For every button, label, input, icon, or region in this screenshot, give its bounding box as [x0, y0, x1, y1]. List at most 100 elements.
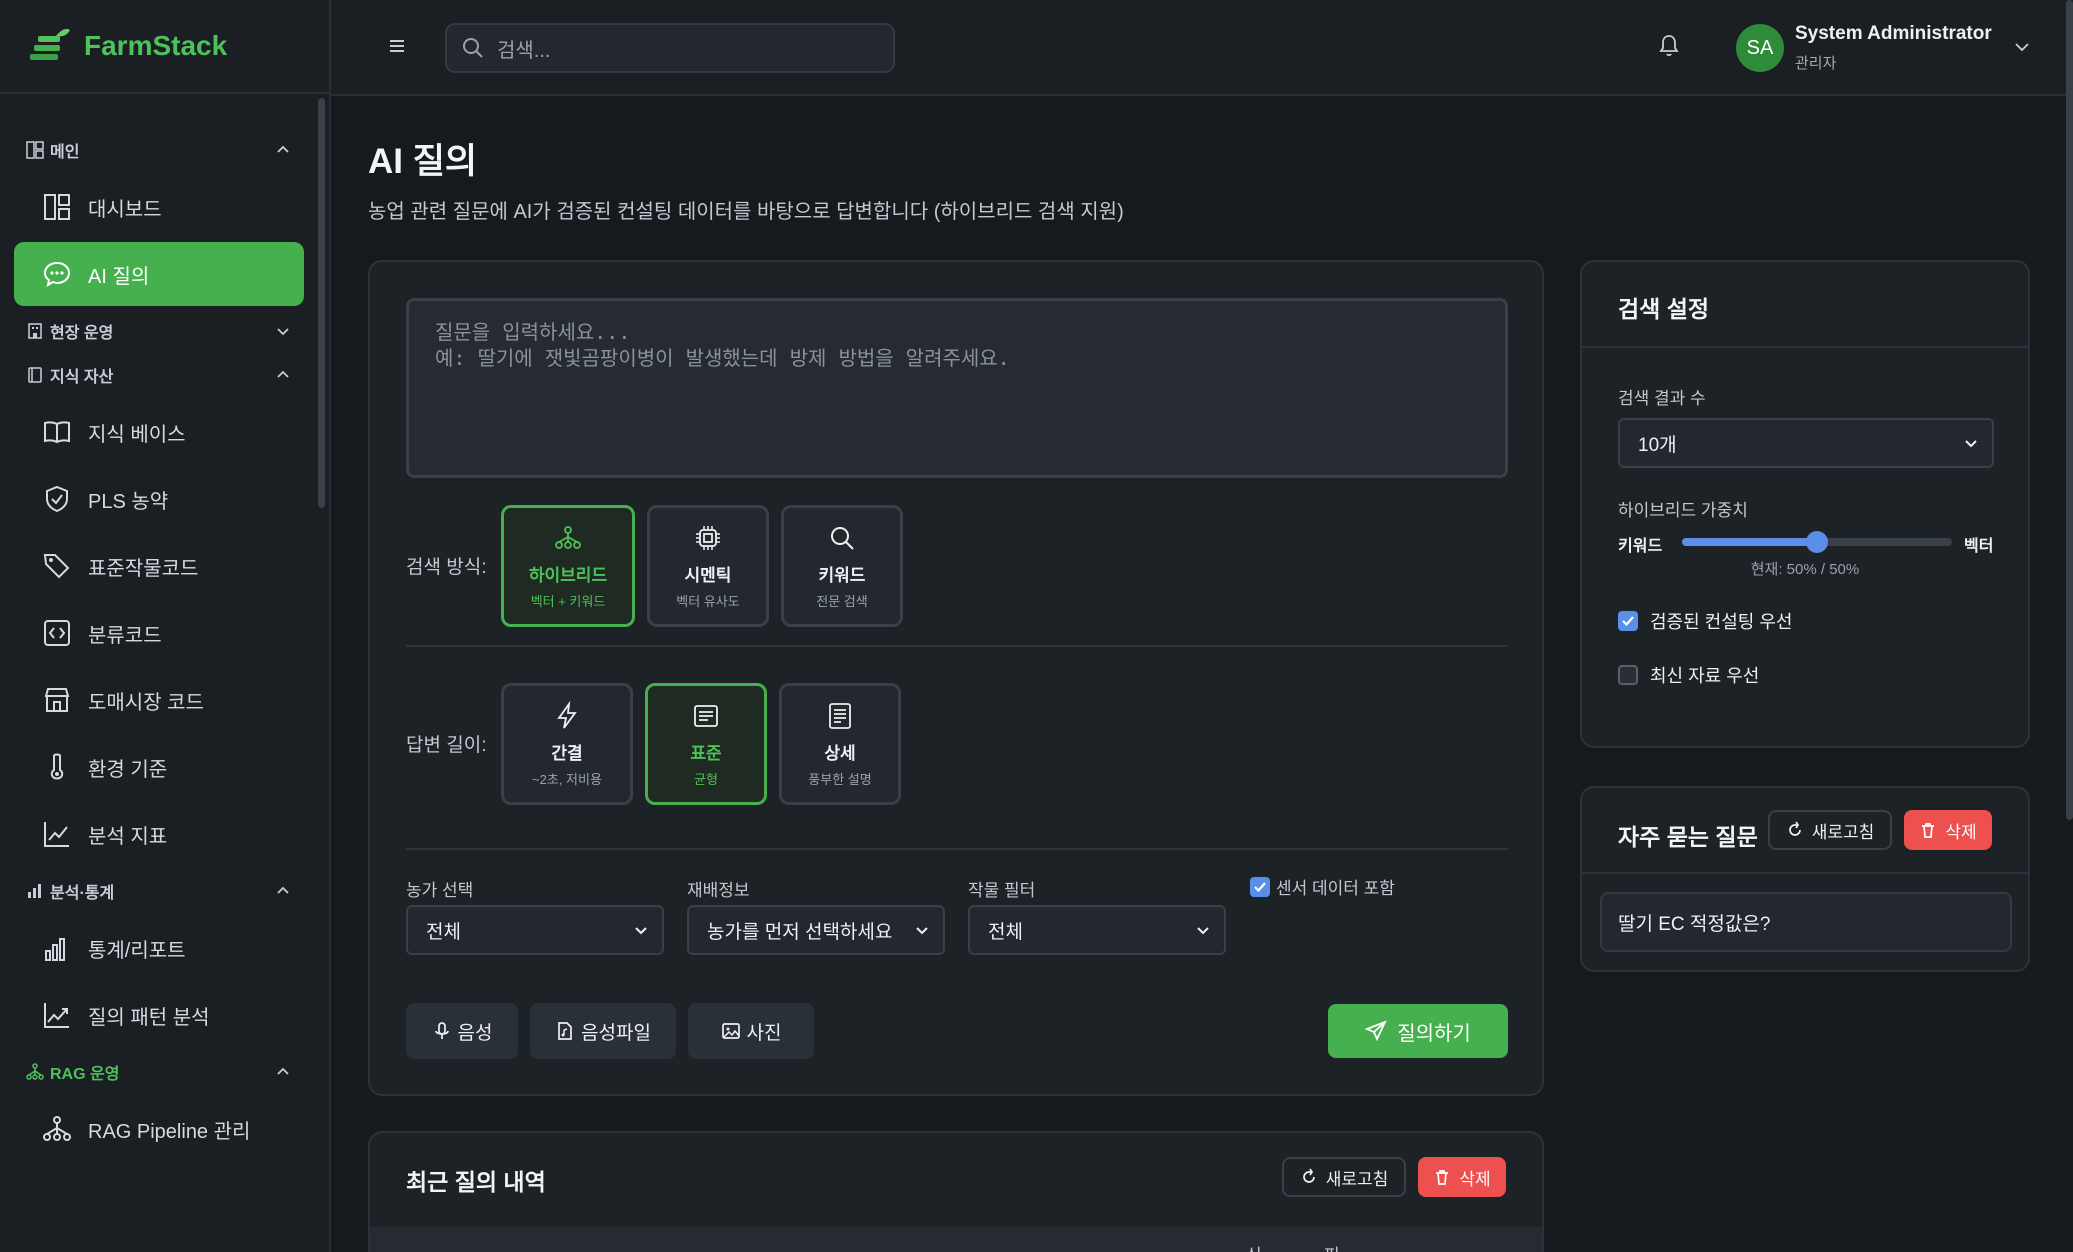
chevron-down-icon — [635, 927, 647, 935]
sidebar-item-stats-report[interactable]: 통계/리포트 — [14, 916, 304, 980]
sidebar-item-rag-pipeline[interactable]: RAG Pipeline 관리 — [14, 1097, 304, 1161]
chevron-down-icon[interactable] — [2011, 36, 2033, 58]
sidebar-item-query-pattern[interactable]: 질의 패턴 분석 — [14, 983, 304, 1047]
submit-query-button[interactable]: 질의하기 — [1328, 1004, 1508, 1058]
sidebar-section-knowledge[interactable]: 지식 자산 — [0, 353, 318, 397]
refresh-icon — [1788, 821, 1801, 836]
search-input[interactable]: 검색... — [445, 23, 895, 73]
checkbox-checked[interactable] — [1618, 611, 1638, 631]
farm-select-label: 농가 선택 — [406, 881, 474, 900]
result-count-value: 10개 — [1638, 434, 1677, 456]
faq-delete-button[interactable]: 삭제 — [1904, 810, 1992, 850]
checkbox-checked[interactable] — [1250, 876, 1270, 897]
sidebar-item-label: 도매시장 코드 — [88, 691, 204, 714]
submit-query-label: 질의하기 — [1397, 1022, 1471, 1045]
sidebar-item-label: RAG Pipeline 관리 — [88, 1120, 251, 1143]
faq-item[interactable]: 딸기 EC 적정값은? — [1600, 892, 2012, 952]
search-placeholder: 검색... — [497, 39, 551, 62]
page-scrollbar[interactable] — [2066, 0, 2073, 820]
faq-refresh-button[interactable]: 새로고침 — [1768, 810, 1892, 850]
sensor-data-checkbox[interactable]: 센서 데이터 포함 — [1250, 874, 1395, 899]
recent-table-header: 신 피 — [370, 1227, 1542, 1252]
recent-refresh-button[interactable]: 새로고침 — [1282, 1157, 1406, 1197]
voice-button[interactable]: 음성 — [406, 1003, 518, 1059]
sidebar-item-crop-code[interactable]: 표준작물코드 — [14, 534, 304, 598]
faq-refresh-label: 새로고침 — [1811, 822, 1875, 842]
recent-delete-button[interactable]: 삭제 — [1418, 1157, 1506, 1197]
microphone-icon — [434, 1022, 449, 1039]
sidebar-item-env-standard[interactable]: 환경 기준 — [14, 735, 304, 799]
length-standard[interactable]: 표준 균형 — [645, 683, 767, 805]
chevron-up-icon — [277, 886, 289, 894]
sidebar-section-analytics[interactable]: 분석·통계 — [0, 869, 318, 913]
book-open-icon — [44, 421, 70, 444]
query-card: 질문을 입력하세요... 예: 딸기에 잿빛곰팡이병이 발생했는데 방제 방법을… — [368, 260, 1544, 1096]
sidebar-section-rag[interactable]: RAG 운영 — [0, 1050, 318, 1094]
voice-file-button[interactable]: 음성파일 — [530, 1003, 676, 1059]
option-title: 표준 — [690, 743, 722, 763]
image-icon — [721, 1023, 740, 1039]
code-icon — [44, 620, 70, 646]
length-detailed[interactable]: 상세 풍부한 설명 — [779, 683, 901, 805]
sidebar-scrollbar[interactable] — [318, 98, 325, 508]
weight-left-label: 키워드 — [1618, 538, 1663, 555]
search-mode-semantic[interactable]: 시멘틱 벡터 유사도 — [647, 505, 769, 627]
audio-file-icon — [558, 1022, 572, 1040]
chevron-down-icon — [916, 927, 928, 935]
hybrid-weight-slider[interactable] — [1682, 531, 1952, 553]
length-brief[interactable]: 간결 ~2초, 저비용 — [501, 683, 633, 805]
slider-thumb[interactable] — [1806, 531, 1828, 553]
hierarchy-icon — [555, 525, 581, 549]
menu-icon[interactable] — [385, 34, 409, 58]
recent-refresh-label: 새로고침 — [1325, 1169, 1389, 1189]
refresh-icon — [1302, 1168, 1315, 1183]
recent-priority-checkbox[interactable]: 최신 자료 우선 — [1618, 662, 1759, 688]
network-icon — [26, 1063, 44, 1080]
farm-select[interactable]: 전체 — [406, 905, 664, 955]
sidebar-section-main[interactable]: 메인 — [0, 128, 318, 172]
avatar[interactable]: SA — [1736, 24, 1784, 72]
search-mode-keyword[interactable]: 키워드 전문 검색 — [781, 505, 903, 627]
result-count-select[interactable]: 10개 — [1618, 418, 1994, 468]
sidebar-item-label: 대시보드 — [88, 198, 162, 221]
logo[interactable]: FarmStack — [0, 0, 329, 94]
sidebar-item-knowledge-base[interactable]: 지식 베이스 — [14, 400, 304, 464]
photo-button-label: 사진 — [746, 1022, 782, 1044]
sidebar-item-pls-pesticide[interactable]: PLS 농약 — [14, 467, 304, 531]
sensor-data-label: 센서 데이터 포함 — [1276, 879, 1395, 898]
slider-fill — [1682, 538, 1817, 546]
bell-icon[interactable] — [1656, 33, 1682, 59]
sidebar-section-label: 지식 자산 — [50, 369, 114, 386]
checkbox-unchecked[interactable] — [1618, 665, 1638, 685]
app-name: FarmStack — [84, 30, 228, 61]
table-header-cell: 신 — [1246, 1241, 1262, 1252]
crop-filter-select[interactable]: 전체 — [968, 905, 1226, 955]
sidebar-section-label: 메인 — [50, 144, 80, 161]
table-header-cell: 피 — [1324, 1241, 1340, 1252]
check-icon — [1622, 616, 1634, 627]
photo-button[interactable]: 사진 — [688, 1003, 814, 1059]
trash-icon — [1922, 823, 1935, 838]
sidebar-item-market-code[interactable]: 도매시장 코드 — [14, 668, 304, 732]
user-name[interactable]: System Administrator — [1795, 23, 1992, 45]
sidebar-item-dashboard[interactable]: 대시보드 — [14, 175, 304, 239]
sidebar-item-class-code[interactable]: 분류코드 — [14, 601, 304, 665]
sidebar-item-label: 분류코드 — [88, 624, 162, 647]
cultivation-select[interactable]: 농가를 먼저 선택하세요 — [687, 905, 945, 955]
sidebar-item-analysis-metric[interactable]: 분석 지표 — [14, 802, 304, 866]
building-icon — [28, 323, 42, 339]
question-textarea[interactable]: 질문을 입력하세요... 예: 딸기에 잿빛곰팡이병이 발생했는데 방제 방법을… — [406, 298, 1508, 478]
option-sub: 전문 검색 — [816, 593, 868, 609]
search-icon — [831, 526, 854, 550]
sidebar-section-field[interactable]: 현장 운영 — [0, 309, 318, 353]
hybrid-weight-label: 하이브리드 가중치 — [1618, 501, 1748, 520]
search-mode-hybrid[interactable]: 하이브리드 벡터 + 키워드 — [501, 505, 635, 627]
chat-icon — [43, 261, 71, 288]
divider — [406, 848, 1508, 850]
sidebar-item-ai-query[interactable]: AI 질의 — [14, 242, 304, 306]
search-settings-title: 검색 설정 — [1618, 296, 1710, 322]
sidebar-section-label: RAG 운영 — [50, 1066, 120, 1083]
document-icon — [694, 704, 718, 727]
verified-priority-checkbox[interactable]: 검증된 컨설팅 우선 — [1618, 608, 1792, 634]
dashboard-icon — [44, 194, 70, 220]
